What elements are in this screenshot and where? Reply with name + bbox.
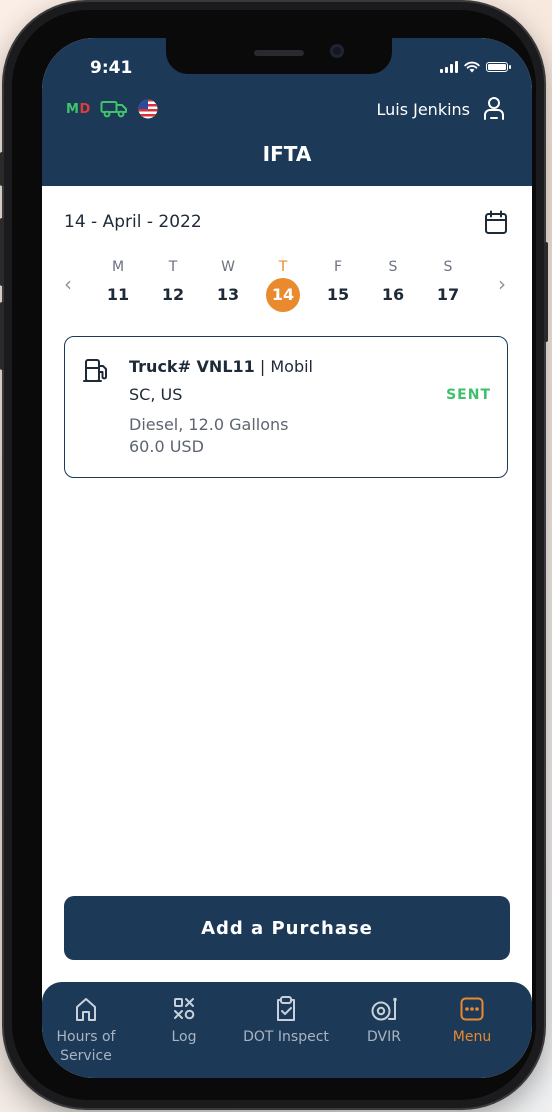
tab-dvir[interactable]: DVIR: [340, 992, 428, 1047]
date-row: 14 - April - 2022: [64, 210, 510, 240]
day-of-week: T: [278, 259, 288, 275]
day-item-selected[interactable]: T 14: [265, 256, 301, 312]
fuel-pump-icon: [83, 359, 107, 382]
mute-switch: [0, 152, 4, 186]
tab-label: Hours of Service: [56, 1029, 116, 1064]
cellular-signal-icon: [440, 61, 458, 73]
power-button: [544, 242, 548, 342]
chevron-left-icon[interactable]: ‹: [64, 272, 72, 296]
phone-frame: 9:41 MD Luis Jenkins IFTA 14 - April - 2…: [0, 2, 548, 1108]
day-of-week: T: [168, 259, 178, 275]
week-strip: ‹ M 11 T 12 W 13 T 14 F 15 S 16 S 17 ›: [64, 256, 510, 320]
notch: [166, 38, 392, 74]
status-icons: [440, 58, 511, 76]
purchase-title: Truck# VNL11 | Mobil: [129, 357, 313, 376]
day-of-week: S: [388, 259, 398, 275]
clipboard-check-icon: [277, 996, 295, 1021]
volume-up-button: [0, 218, 4, 286]
app-screen: 9:41 MD Luis Jenkins IFTA 14 - April - 2…: [42, 38, 532, 1078]
camera: [330, 44, 344, 58]
day-item[interactable]: M 11: [100, 256, 136, 312]
header-top-row: MD Luis Jenkins: [66, 96, 508, 124]
us-flag-icon: [138, 99, 158, 119]
fuel-details: Diesel, 12.0 Gallons: [129, 415, 289, 434]
title-separator: |: [254, 357, 271, 376]
volume-down-button: [0, 302, 4, 370]
status-badge: SENT: [446, 387, 491, 403]
add-purchase-button[interactable]: Add a Purchase: [64, 896, 510, 960]
day-item[interactable]: T 12: [155, 256, 191, 312]
vendor-name: Mobil: [270, 357, 313, 376]
day-item[interactable]: F 15: [320, 256, 356, 312]
day-item[interactable]: W 13: [210, 256, 246, 312]
purchase-location: SC, US: [129, 385, 183, 404]
day-of-week: F: [333, 259, 343, 275]
tab-label: Menu: [452, 1029, 492, 1045]
user-profile-icon[interactable]: [482, 96, 506, 122]
day-number: 12: [161, 285, 185, 304]
purchase-amount: 60.0 USD: [129, 437, 204, 456]
speaker: [254, 50, 304, 56]
battery-icon: [486, 62, 511, 72]
tire-icon: [371, 997, 397, 1021]
tab-label: DVIR: [367, 1029, 401, 1045]
day-number: 14: [266, 278, 300, 312]
day-item[interactable]: S 16: [375, 256, 411, 312]
md-badge: MD: [66, 102, 91, 117]
menu-dots-icon: [460, 997, 484, 1021]
tab-dot-inspect[interactable]: DOT Inspect: [242, 992, 330, 1047]
truck-number: Truck# VNL11: [129, 357, 255, 376]
day-number: 13: [216, 285, 240, 304]
day-number: 16: [381, 285, 405, 304]
day-of-week: S: [443, 259, 453, 275]
badge-d: D: [79, 102, 91, 117]
selected-date: 14 - April - 2022: [64, 212, 202, 232]
purchase-card[interactable]: Truck# VNL11 | Mobil SC, US SENT Diesel,…: [64, 336, 508, 478]
day-of-week: M: [111, 259, 125, 275]
app-header: 9:41 MD Luis Jenkins IFTA: [42, 38, 532, 186]
tab-hours-of-service[interactable]: Hours of Service: [42, 992, 130, 1066]
page-title: IFTA: [262, 142, 312, 166]
day-number: 17: [436, 285, 460, 304]
status-time: 9:41: [90, 58, 133, 78]
day-item[interactable]: S 17: [430, 256, 466, 312]
tab-menu[interactable]: Menu: [428, 992, 516, 1047]
chevron-right-icon[interactable]: ›: [498, 272, 506, 296]
wifi-icon: [464, 61, 480, 73]
home-icon: [76, 998, 96, 1021]
tab-log[interactable]: Log: [140, 992, 228, 1047]
user-name[interactable]: Luis Jenkins: [376, 100, 470, 119]
log-icon: [174, 998, 195, 1020]
day-of-week: W: [221, 259, 235, 275]
day-number: 11: [106, 285, 130, 304]
tab-label: Log: [171, 1029, 197, 1045]
truck-icon: [100, 101, 127, 118]
badge-m: M: [66, 102, 80, 117]
day-number: 15: [326, 285, 350, 304]
tab-label: DOT Inspect: [243, 1029, 329, 1045]
bottom-tab-bar: Hours of Service Log DOT Inspect DVIR Me…: [42, 982, 532, 1078]
calendar-icon[interactable]: [484, 210, 508, 236]
